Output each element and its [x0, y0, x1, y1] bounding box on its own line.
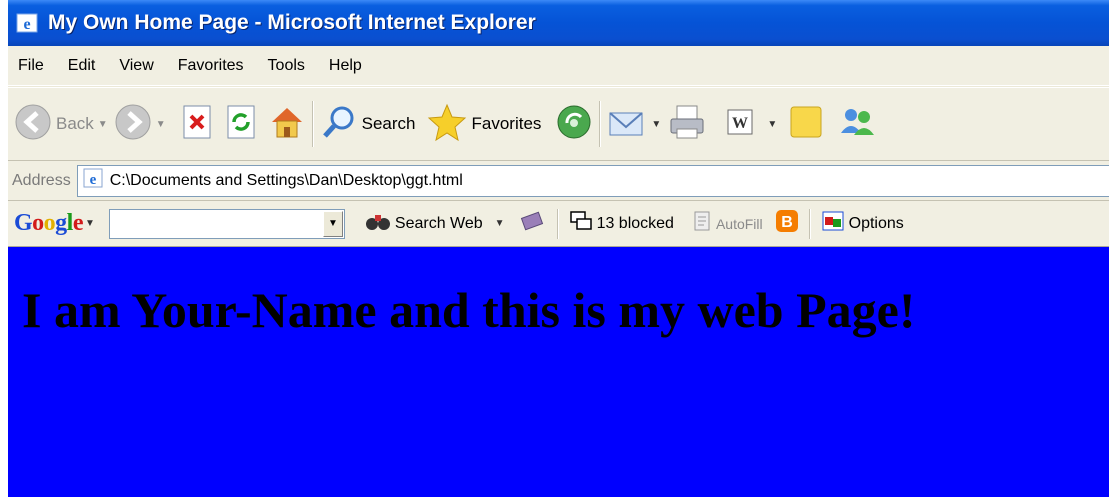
media-icon [555, 103, 593, 146]
address-value: C:\Documents and Settings\Dan\Desktop\gg… [109, 171, 463, 189]
autofill-label: AutoFill [715, 215, 763, 232]
printer-icon [667, 103, 707, 146]
address-input[interactable]: e C:\Documents and Settings\Dan\Desktop\… [76, 164, 1109, 197]
search-web-dropdown-icon[interactable]: ▼ [495, 218, 505, 229]
standard-toolbar: Back ▼ ▼ Search Favorites ▼ W ▼ [8, 87, 1109, 161]
back-button[interactable]: Back [14, 99, 94, 149]
mail-icon [607, 103, 647, 146]
toolbar-separator [599, 101, 602, 147]
forward-button[interactable] [114, 99, 152, 149]
address-label: Address [12, 171, 71, 189]
menu-favorites[interactable]: Favorites [168, 57, 258, 75]
media-button[interactable] [555, 99, 593, 149]
title-bar[interactable]: e My Own Home Page - Microsoft Internet … [8, 0, 1109, 46]
browser-window: e My Own Home Page - Microsoft Internet … [8, 0, 1109, 497]
home-icon [268, 103, 306, 146]
search-label: Search [361, 114, 416, 133]
svg-text:W: W [732, 115, 748, 132]
menu-edit[interactable]: Edit [58, 57, 110, 75]
discuss-button[interactable] [787, 99, 825, 149]
address-bar: Address e C:\Documents and Settings\Dan\… [8, 161, 1109, 201]
options-label: Options [848, 214, 904, 232]
toolbar-separator [808, 208, 811, 239]
mail-button[interactable] [607, 99, 647, 149]
refresh-icon [224, 104, 258, 145]
refresh-button[interactable] [224, 99, 258, 149]
pagerank-icon [519, 209, 545, 238]
edit-dropdown-icon[interactable]: ▼ [767, 119, 777, 130]
pagerank-button[interactable] [519, 209, 545, 238]
search-web-button[interactable]: Search Web [365, 209, 483, 238]
search-button[interactable]: Search [320, 99, 416, 149]
search-history-dropdown-icon[interactable]: ▼ [322, 210, 343, 237]
search-icon [320, 103, 358, 146]
home-button[interactable] [268, 99, 306, 149]
note-icon [787, 103, 825, 146]
back-label: Back [56, 114, 94, 133]
binoculars-icon [365, 209, 391, 238]
stop-icon [180, 104, 214, 145]
google-logo[interactable]: Google [14, 210, 84, 237]
star-icon [427, 102, 467, 147]
google-search-input[interactable]: ▼ [108, 208, 345, 239]
svg-text:e: e [23, 16, 30, 33]
options-icon [821, 210, 845, 237]
mail-dropdown-icon[interactable]: ▼ [651, 119, 661, 130]
word-icon: W [725, 107, 755, 142]
autofill-button[interactable]: AutoFill [692, 210, 763, 237]
google-toolbar: Google ▼ ▼ Search Web ▼ 13 blocked AutoF… [8, 201, 1109, 247]
popup-blocker-button[interactable]: 13 blocked [569, 210, 674, 237]
toolbar-separator [311, 101, 314, 147]
edit-button[interactable]: W [725, 99, 755, 149]
stop-button[interactable] [180, 99, 214, 149]
back-arrow-icon [14, 103, 52, 146]
menu-help[interactable]: Help [319, 57, 376, 75]
messenger-icon [837, 103, 877, 146]
messenger-button[interactable] [837, 99, 877, 149]
menu-file[interactable]: File [8, 57, 58, 75]
back-dropdown-icon[interactable]: ▼ [98, 119, 108, 130]
google-menu-dropdown-icon[interactable]: ▼ [85, 218, 95, 229]
menu-view[interactable]: View [109, 57, 167, 75]
search-web-label: Search Web [394, 214, 483, 232]
options-button[interactable]: Options [821, 210, 904, 237]
blocked-count-label: 13 blocked [596, 214, 674, 232]
menu-bar: File Edit View Favorites Tools Help [8, 46, 1109, 86]
menu-tools[interactable]: Tools [258, 57, 319, 75]
svg-text:e: e [89, 172, 96, 188]
window-title: My Own Home Page - Microsoft Internet Ex… [48, 11, 536, 34]
forward-arrow-icon [114, 103, 152, 146]
svg-text:B: B [781, 214, 793, 231]
page-heading: I am Your-Name and this is my web Page! [22, 282, 916, 338]
favorites-label: Favorites [471, 114, 542, 133]
page-content: I am Your-Name and this is my web Page! [8, 247, 1109, 497]
toolbar-separator [556, 208, 559, 239]
ie-icon: e [14, 10, 40, 36]
blogger-icon: B [775, 209, 799, 238]
print-button[interactable] [667, 99, 707, 149]
favorites-button[interactable]: Favorites [427, 99, 541, 149]
blogger-button[interactable]: B [775, 209, 799, 238]
autofill-icon [692, 210, 712, 237]
page-icon: e [82, 167, 104, 194]
forward-dropdown-icon[interactable]: ▼ [156, 119, 166, 130]
popup-blocker-icon [569, 210, 593, 237]
